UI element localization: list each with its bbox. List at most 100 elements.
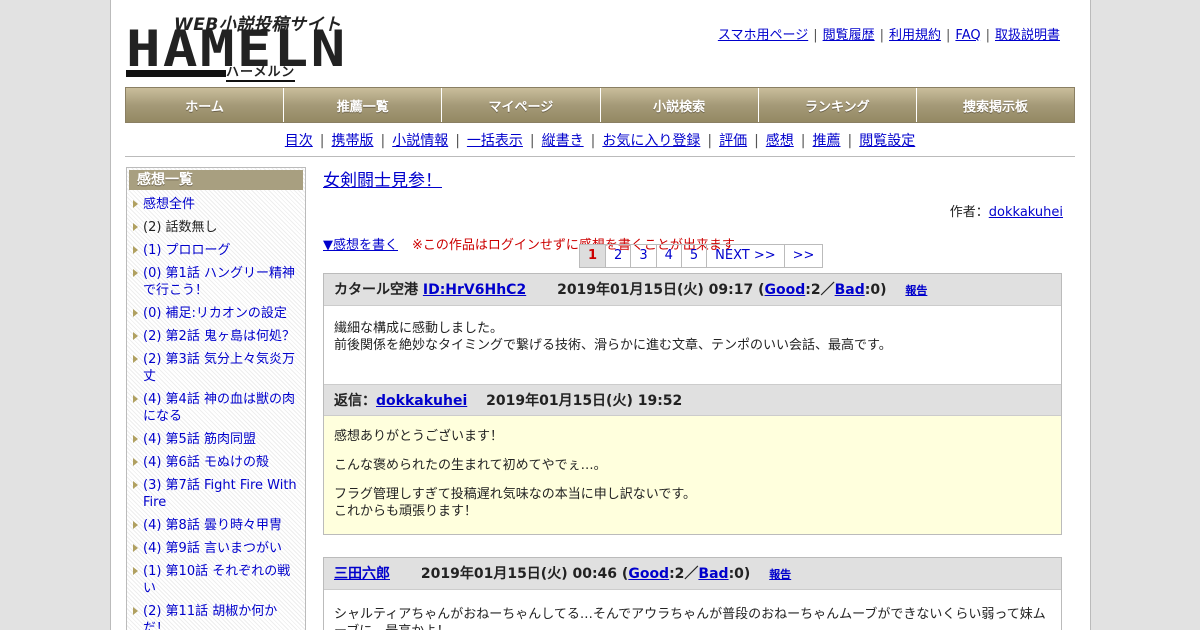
- report-link[interactable]: 報告: [769, 568, 791, 581]
- sidebar-item-label[interactable]: (0) 第1話 ハングリー精神で行こう！: [143, 266, 295, 298]
- subnav-vertical[interactable]: 縦書き: [542, 133, 584, 149]
- subnav-show-all[interactable]: 一括表示: [467, 133, 523, 149]
- sidebar-item[interactable]: (0) 補足:リカオンの設定: [133, 305, 299, 322]
- sidebar-item[interactable]: (3) 第7話 Fight Fire With Fire: [133, 477, 299, 511]
- sidebar-item[interactable]: (4) 第4話 神の血は獣の肉になる: [133, 391, 299, 425]
- nav-recommend-list[interactable]: 推薦一覧: [284, 88, 443, 122]
- page-current: 1: [579, 244, 606, 268]
- page-link[interactable]: 5: [680, 244, 707, 268]
- reviewer-name-link[interactable]: 三田六郎: [334, 566, 390, 582]
- sidebar-item-label[interactable]: (4) 第6話 モぬけの殻: [143, 455, 269, 470]
- sidebar-heading: 感想一覧: [129, 170, 303, 190]
- reply-author-link[interactable]: dokkakuhei: [376, 393, 467, 409]
- reply-label: 返信：: [334, 393, 376, 409]
- report-link[interactable]: 報告: [905, 284, 927, 297]
- separator: |: [800, 133, 806, 149]
- bullet-triangle-icon: [133, 395, 138, 403]
- reply-paragraph: フラグ管理しすぎて投稿遅れ気味なの本当に申し訳ないです。 これからも頑張ります！: [334, 487, 697, 519]
- subnav-mobile[interactable]: 携帯版: [331, 133, 373, 149]
- page-next[interactable]: NEXT >>: [706, 244, 784, 268]
- sidebar-item-label[interactable]: (4) 第9話 言いまつがい: [143, 541, 282, 556]
- bad-count: :0): [728, 566, 751, 582]
- sidebar-item[interactable]: (2) 第3話 気分上々気炎万丈: [133, 351, 299, 385]
- main-content: 女剣闘士見参！ 作者：dokkakuhei ▼感想を書く ※この作品はログインせず…: [323, 166, 1063, 630]
- reply-body: 感想ありがとうございます！ こんな褒められたの生まれて初めてやでぇ…。 フラグ管…: [324, 416, 1061, 534]
- top-link-smartphone[interactable]: スマホ用ページ: [718, 28, 808, 43]
- top-link-manual[interactable]: 取扱説明書: [995, 28, 1060, 43]
- nav-ranking[interactable]: ランキング: [758, 88, 917, 122]
- top-link-terms[interactable]: 利用規約: [889, 28, 941, 43]
- sidebar-item-label[interactable]: (2) 第3話 気分上々気炎万丈: [143, 352, 295, 384]
- subnav-recommend[interactable]: 推薦: [813, 133, 841, 149]
- sidebar-item[interactable]: (1) 第10話 それぞれの戦い: [133, 563, 299, 597]
- sidebar-item[interactable]: (4) 第5話 筋肉同盟: [133, 431, 299, 448]
- reviewer-id-link[interactable]: ID:HrV6HhC2: [423, 282, 526, 298]
- bad-vote-link[interactable]: Bad: [698, 566, 728, 582]
- sidebar-item-label[interactable]: (3) 第7話 Fight Fire With Fire: [143, 478, 297, 510]
- subnav-rating[interactable]: 評価: [719, 133, 747, 149]
- sidebar-item-label[interactable]: (2) 第11話 胡椒か何かだ！: [143, 604, 277, 630]
- separator: |: [707, 133, 713, 149]
- sub-nav: 目次 | 携帯版 | 小説情報 | 一括表示 | 縦書き | お気に入り登録 | 評価 | 感想 | 推薦 | 閲覧…: [125, 130, 1075, 150]
- sidebar-item-label[interactable]: (1) プロローグ: [143, 243, 231, 258]
- write-review-link[interactable]: ▼感想を書く: [323, 238, 398, 253]
- bad-vote-link[interactable]: Bad: [835, 282, 865, 298]
- bullet-triangle-icon: [133, 200, 138, 208]
- separator: |: [879, 28, 884, 43]
- sidebar-item[interactable]: 感想全件: [133, 196, 299, 213]
- page-link[interactable]: 2: [605, 244, 631, 268]
- sidebar-item[interactable]: (2) 第11話 胡椒か何かだ！: [133, 603, 299, 630]
- review-header: カタール空港 ID:HrV6HhC2 2019年01月15日(火) 09:17 …: [324, 274, 1061, 306]
- pagination: 1 2 3 4 5 NEXT >> >>: [579, 244, 824, 268]
- bullet-triangle-icon: [133, 332, 138, 340]
- review-body: 繊細な構成に感動しました。 前後関係を絶妙なタイミングで繋げる技術、滑らかに進む…: [324, 306, 1061, 384]
- top-link-faq[interactable]: FAQ: [955, 28, 980, 43]
- sidebar-item[interactable]: (4) 第9話 言いまつがい: [133, 540, 299, 557]
- separator: |: [319, 133, 325, 149]
- sidebar-item[interactable]: (0) 第1話 ハングリー精神で行こう！: [133, 265, 299, 299]
- subnav-toc[interactable]: 目次: [285, 133, 313, 149]
- bullet-triangle-icon: [133, 309, 138, 317]
- sidebar-item-label[interactable]: (2) 第2話 鬼ヶ島は何処？: [143, 329, 295, 344]
- subnav-reviews[interactable]: 感想: [766, 133, 794, 149]
- sidebar-item[interactable]: (4) 第6話 モぬけの殻: [133, 454, 299, 471]
- good-vote-link[interactable]: Good: [765, 282, 806, 298]
- sidebar-item-label[interactable]: (4) 第8話 曇り時々甲冑: [143, 518, 282, 533]
- page-last[interactable]: >>: [783, 244, 824, 268]
- page-link[interactable]: 3: [630, 244, 656, 268]
- subnav-novel-info[interactable]: 小説情報: [392, 133, 448, 149]
- sidebar-item-label[interactable]: (4) 第5話 筋肉同盟: [143, 432, 256, 447]
- separator: |: [529, 133, 535, 149]
- review-text-line: 前後関係を絶妙なタイミングで繋げる技術、滑らかに進む文章、テンポのいい会話、最高…: [334, 338, 892, 353]
- nav-search-board[interactable]: 捜索掲示板: [916, 88, 1075, 122]
- review-text-line: シャルティアちゃんがおねーちゃんしてる…そんでアウラちゃんが普段のおねーちゃんム…: [334, 607, 1046, 630]
- bullet-triangle-icon: [133, 567, 138, 575]
- bullet-triangle-icon: [133, 458, 138, 466]
- sidebar-item[interactable]: (4) 第8話 曇り時々甲冑: [133, 517, 299, 534]
- top-link-history[interactable]: 閲覧履歴: [823, 28, 875, 43]
- nav-mypage[interactable]: マイページ: [442, 88, 601, 122]
- sidebar: 感想一覧 感想全件 (2) 話数無し (1) プロローグ (0) 第1話 ハングリー精…: [126, 167, 306, 630]
- sidebar-item[interactable]: (2) 第2話 鬼ヶ島は何処？: [133, 328, 299, 345]
- divider: [125, 156, 1075, 157]
- separator: |: [455, 133, 460, 149]
- page-link[interactable]: 4: [655, 244, 681, 268]
- sidebar-item-label[interactable]: (0) 補足:リカオンの設定: [143, 306, 287, 321]
- bullet-triangle-icon: [133, 607, 138, 615]
- author-line: 作者：dokkakuhei: [323, 201, 1063, 220]
- subnav-favorite[interactable]: お気に入り登録: [602, 133, 700, 149]
- subnav-view-settings[interactable]: 閲覧設定: [859, 133, 915, 149]
- nav-novel-search[interactable]: 小説検索: [600, 88, 759, 122]
- site-logo[interactable]: WEB小説投稿サイト HAMELN ハーメルン: [126, 10, 346, 82]
- nav-home[interactable]: ホーム: [126, 88, 285, 122]
- novel-title[interactable]: 女剣闘士見参！: [323, 171, 442, 191]
- good-vote-link[interactable]: Good: [628, 566, 669, 582]
- sidebar-item-label[interactable]: (4) 第4話 神の血は獣の肉になる: [143, 392, 295, 424]
- author-link[interactable]: dokkakuhei: [989, 205, 1063, 220]
- sidebar-item[interactable]: (1) プロローグ: [133, 242, 299, 259]
- reply-header: 返信：dokkakuhei 2019年01月15日(火) 19:52: [324, 384, 1061, 416]
- review-header: 三田六郎 2019年01月15日(火) 00:46 (Good:2／Bad:0)…: [324, 558, 1061, 590]
- top-links: スマホ用ページ | 閲覧履歴 | 利用規約 | FAQ | 取扱説明書: [718, 24, 1060, 43]
- sidebar-item-label[interactable]: (1) 第10話 それぞれの戦い: [143, 564, 290, 596]
- sidebar-item-label[interactable]: 感想全件: [143, 197, 195, 212]
